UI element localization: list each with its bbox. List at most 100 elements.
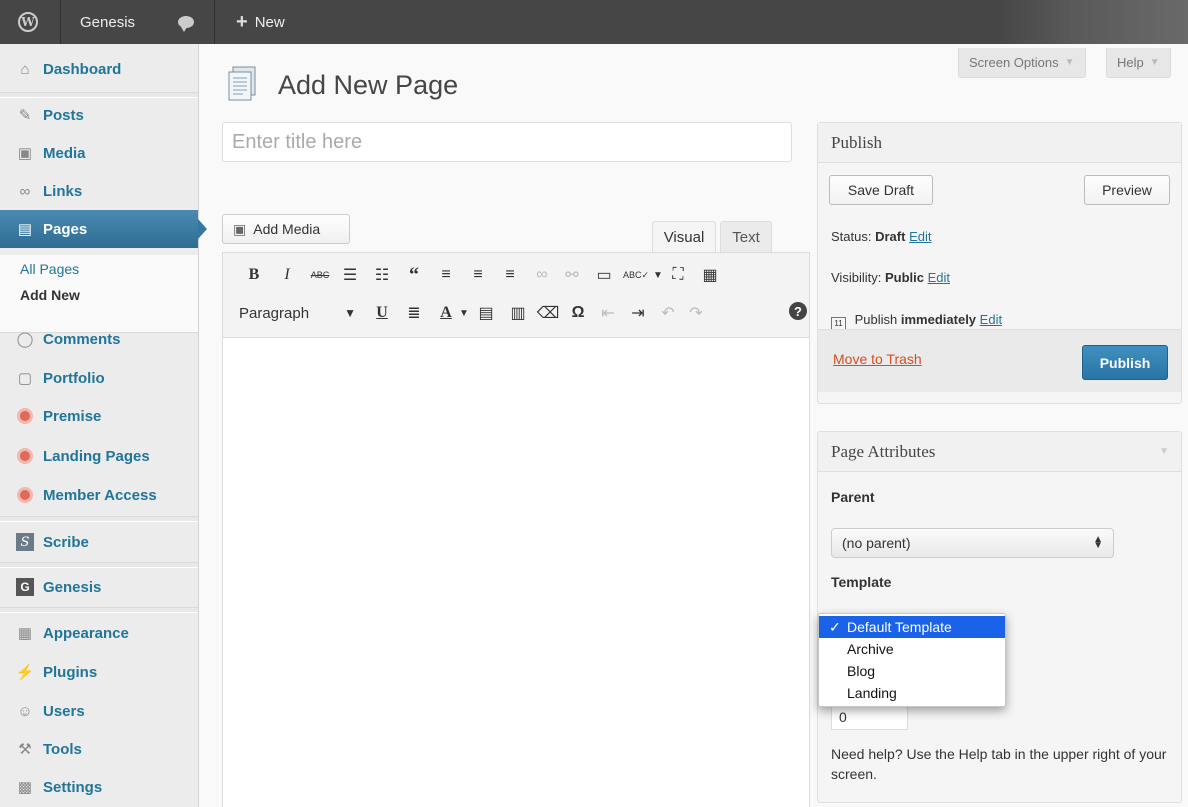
preview-button[interactable]: Preview <box>1084 175 1170 205</box>
sidebar-item-appearance[interactable]: ▦ Appearance <box>0 614 198 652</box>
sidebar-item-genesis[interactable]: G Genesis <box>0 568 198 606</box>
wordpress-logo-icon[interactable]: W <box>18 0 38 44</box>
edit-status-link[interactable]: Edit <box>909 229 931 244</box>
format-select-value: Paragraph <box>239 304 310 322</box>
unlink-icon[interactable]: ⚯ <box>561 264 583 286</box>
sidebar-item-dashboard[interactable]: ⌂ Dashboard <box>0 50 198 88</box>
chevron-down-icon[interactable]: ▼ <box>647 264 669 286</box>
site-name-link[interactable]: Genesis <box>80 0 135 44</box>
plus-icon: + <box>236 10 248 33</box>
new-content-button[interactable]: + New <box>236 0 285 44</box>
visibility-label: Visibility: <box>831 270 882 285</box>
template-option-landing[interactable]: Landing <box>819 682 1005 704</box>
add-media-label: Add Media <box>253 221 321 237</box>
underline-icon[interactable]: U <box>371 302 393 324</box>
tab-text[interactable]: Text <box>720 221 772 253</box>
sidebar-item-plugins[interactable]: ⚡ Plugins <box>0 653 198 691</box>
template-option-default[interactable]: ✓ Default Template <box>819 616 1005 638</box>
parent-select[interactable]: (no parent) ▲ ▼ <box>831 528 1114 558</box>
sidebar-item-premise[interactable]: Premise <box>0 397 198 435</box>
sidebar-item-tools[interactable]: ⚒ Tools <box>0 730 198 768</box>
special-character-icon[interactable]: Ω <box>567 302 589 324</box>
sidebar-item-label: Comments <box>43 330 121 348</box>
member-access-icon <box>14 487 36 503</box>
redo-icon[interactable]: ↷ <box>685 302 707 324</box>
link-icon[interactable]: ∞ <box>531 264 553 286</box>
strikethrough-icon[interactable]: ABC <box>309 264 331 286</box>
italic-icon[interactable]: I <box>276 264 298 286</box>
paste-text-icon[interactable]: ▤ <box>475 302 497 324</box>
sidebar-item-comments[interactable]: ◯ Comments <box>0 320 198 358</box>
sidebar-item-label: Settings <box>43 778 103 796</box>
publish-button[interactable]: Publish <box>1082 345 1168 380</box>
sidebar-item-label: Users <box>43 702 85 720</box>
align-left-icon[interactable]: ≡ <box>435 264 457 286</box>
bold-icon[interactable]: B <box>243 264 265 286</box>
help-icon[interactable]: ? <box>789 302 807 320</box>
sidebar-item-links[interactable]: ∞ Links <box>0 172 198 210</box>
comments-icon[interactable] <box>178 0 194 44</box>
sidebar-item-label: Tools <box>43 740 82 758</box>
indent-icon[interactable]: ⇥ <box>627 302 649 324</box>
sidebar-item-scribe[interactable]: S Scribe <box>0 523 198 561</box>
triangle-down-icon: ▼ <box>1064 57 1075 68</box>
align-center-icon[interactable]: ≡ <box>467 264 489 286</box>
numbered-list-icon[interactable]: ☷ <box>371 264 393 286</box>
sidebar-item-posts[interactable]: ✎ Posts <box>0 96 198 134</box>
visibility-value: Public <box>884 270 924 285</box>
blockquote-icon[interactable]: “ <box>403 264 425 286</box>
media-icon: ▣ <box>233 220 247 237</box>
sidebar-item-pages[interactable]: ▤ Pages <box>0 210 207 248</box>
media-icon: ▣ <box>17 145 33 162</box>
sidebar-item-member-access[interactable]: Member Access <box>0 476 198 514</box>
help-label: Help <box>1117 55 1144 70</box>
help-button[interactable]: Help ▼ <box>1106 48 1171 78</box>
editor-content-area[interactable] <box>222 338 810 807</box>
submenu-all-pages[interactable]: All Pages <box>20 261 79 277</box>
undo-icon[interactable]: ↶ <box>657 302 679 324</box>
edit-publish-date-link[interactable]: Edit <box>980 312 1002 327</box>
fullscreen-icon[interactable]: ⛶ <box>667 264 689 286</box>
format-select[interactable]: Paragraph ▼ <box>235 300 360 326</box>
template-option-blog[interactable]: Blog <box>819 660 1005 682</box>
eraser-icon[interactable]: ⌫ <box>537 302 560 324</box>
sidebar-item-settings[interactable]: ▩ Settings <box>0 768 198 806</box>
bullet-list-icon[interactable]: ☰ <box>339 264 361 286</box>
sidebar-item-label: Dashboard <box>43 60 122 78</box>
collapse-arrow-icon[interactable]: ▼ <box>1159 446 1169 457</box>
sidebar-item-label: Plugins <box>43 663 98 681</box>
add-media-button[interactable]: ▣ Add Media <box>222 214 350 244</box>
sidebar-item-landing-pages[interactable]: Landing Pages <box>0 437 198 475</box>
sidebar-item-portfolio[interactable]: ▢ Portfolio <box>0 359 198 397</box>
outdent-icon[interactable]: ⇤ <box>597 302 619 324</box>
genesis-icon: G <box>14 578 36 596</box>
sidebar-item-users[interactable]: ☺ Users <box>0 692 198 730</box>
justify-icon[interactable]: ≣ <box>403 302 425 324</box>
move-to-trash-link[interactable]: Move to Trash <box>833 351 922 367</box>
kitchen-sink-icon[interactable]: ▦ <box>699 264 721 286</box>
chevron-down-icon[interactable]: ▼ <box>453 302 475 324</box>
sidebar-item-label: Pages <box>43 220 88 238</box>
publish-heading: Publish <box>818 123 1181 163</box>
align-right-icon[interactable]: ≡ <box>499 264 521 286</box>
paste-word-icon[interactable]: ▥ <box>507 302 529 324</box>
link-icon: ∞ <box>19 182 31 200</box>
admin-sidebar: ⌂ Dashboard ✎ Posts ▣ Media ∞ Links ▤ Pages A… <box>0 44 207 807</box>
sidebar-item-media[interactable]: ▣ Media <box>0 134 198 172</box>
submenu-add-new[interactable]: Add New <box>20 287 80 303</box>
template-dropdown[interactable]: ✓ Default Template Archive Blog Landing <box>818 613 1006 707</box>
tab-visual[interactable]: Visual <box>652 221 716 253</box>
spellcheck-icon[interactable]: ABC✓ <box>623 264 649 286</box>
portfolio-icon: ▢ <box>17 370 33 387</box>
sidebar-item-label: Posts <box>43 106 84 124</box>
sidebar-item-label: Portfolio <box>43 369 105 387</box>
triangle-down-icon: ▼ <box>1149 57 1160 68</box>
edit-visibility-link[interactable]: Edit <box>928 270 950 285</box>
read-more-icon[interactable]: ▭ <box>593 264 615 286</box>
sidebar-item-label: Genesis <box>43 578 102 596</box>
account-menu[interactable] <box>998 0 1188 44</box>
title-input[interactable] <box>222 122 792 162</box>
save-draft-button[interactable]: Save Draft <box>829 175 933 205</box>
template-option-archive[interactable]: Archive <box>819 638 1005 660</box>
screen-options-button[interactable]: Screen Options ▼ <box>958 48 1086 78</box>
